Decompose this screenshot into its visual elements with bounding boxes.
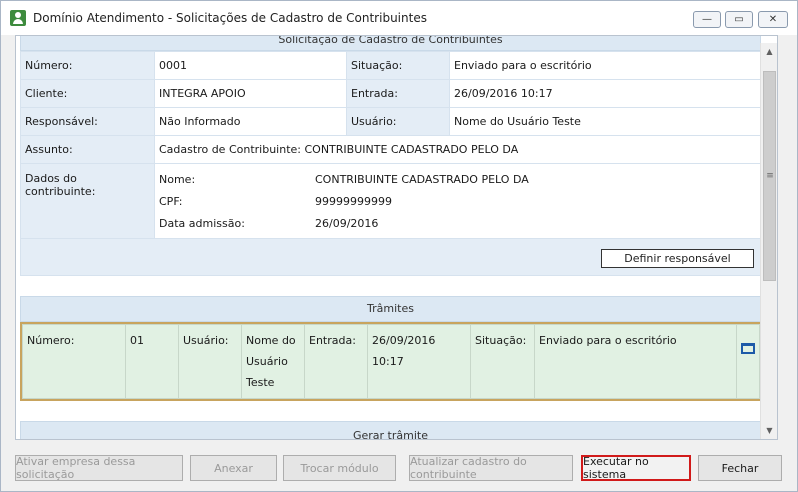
responsavel-value: Não Informado: [154, 107, 347, 136]
tramite-usuario-line: Nome do: [246, 334, 296, 347]
row-responsavel: Responsável: Não Informado Usuário: Nome…: [20, 107, 762, 136]
definir-responsavel-button[interactable]: Definir responsável: [601, 249, 754, 268]
row-numero: Número: 0001 Situação: Enviado para o es…: [20, 51, 762, 80]
title-bar: Domínio Atendimento - Solicitações de Ca…: [1, 1, 797, 35]
minimize-button[interactable]: —: [693, 11, 721, 28]
scroll-down-icon[interactable]: ▼: [761, 422, 778, 439]
main-window: Domínio Atendimento - Solicitações de Ca…: [0, 0, 798, 492]
assunto-value: Cadastro de Contribuinte: CONTRIBUINTE C…: [154, 135, 762, 164]
definir-row: Definir responsável: [20, 239, 761, 276]
footer-button-bar: Ativar empresa dessa solicitação Anexar …: [1, 441, 797, 491]
row-cliente: Cliente: INTEGRA APOIO Entrada: 26/09/20…: [20, 79, 762, 108]
row-dados: Dados do contribuinte: Nome: CONTRIBUINT…: [20, 163, 762, 239]
cpf-label: CPF:: [159, 194, 183, 208]
folder-icon[interactable]: [741, 343, 755, 354]
tramite-row[interactable]: Número: 01 Usuário: Nome do Usuário Test…: [20, 322, 761, 401]
numero-value: 0001: [154, 51, 347, 80]
entrada-value: 26/09/2016 10:17: [449, 79, 762, 108]
gerar-section-title: Gerar trâmite: [352, 429, 428, 440]
vertical-scrollbar[interactable]: ▲ ≡ ▼: [760, 43, 777, 439]
tramites-section-title: Trâmites: [367, 302, 414, 315]
trocar-modulo-button[interactable]: Trocar módulo: [283, 455, 396, 481]
window-title: Domínio Atendimento - Solicitações de Ca…: [33, 11, 427, 25]
app-icon: [10, 10, 26, 26]
tramite-usuario-label: Usuário:: [178, 324, 242, 399]
tramite-table: Número: 01 Usuário: Nome do Usuário Test…: [22, 324, 760, 399]
close-icon: ✕: [768, 14, 778, 25]
close-button[interactable]: ✕: [758, 11, 788, 28]
gerar-section-header: Gerar trâmite: [20, 421, 761, 440]
situacao-label: Situação:: [346, 51, 450, 80]
admissao-value: 26/09/2016: [315, 216, 379, 230]
tramite-folder-cell[interactable]: [736, 324, 760, 399]
tramite-usuario-line: Teste: [246, 376, 275, 389]
cpf-value: 99999999999: [315, 194, 392, 208]
anexar-button[interactable]: Anexar: [190, 455, 277, 481]
situacao-value: Enviado para o escritório: [449, 51, 762, 80]
request-section-title: Solicitação de Cadastro de Contribuintes: [278, 35, 503, 46]
dados-label: Dados do contribuinte:: [20, 163, 155, 239]
tramite-situacao-label: Situação:: [470, 324, 535, 399]
admissao-label: Data admissão:: [159, 216, 245, 230]
tramites-section-header: Trâmites: [20, 296, 761, 322]
assunto-label: Assunto:: [20, 135, 155, 164]
request-section-header: Solicitação de Cadastro de Contribuintes: [20, 35, 761, 51]
fechar-button[interactable]: Fechar: [698, 455, 782, 481]
scroll-thumb[interactable]: ≡: [763, 71, 776, 281]
tramite-usuario-line: Usuário: [246, 355, 288, 368]
cliente-label: Cliente:: [20, 79, 155, 108]
tramite-numero-value: 01: [125, 324, 179, 399]
entrada-label: Entrada:: [346, 79, 450, 108]
atualizar-cadastro-button[interactable]: Atualizar cadastro do contribuinte: [409, 455, 573, 481]
request-table: Número: 0001 Situação: Enviado para o es…: [20, 51, 762, 239]
numero-label: Número:: [20, 51, 155, 80]
nome-label: Nome:: [159, 172, 196, 186]
tramite-entrada-value: 26/09/2016 10:17: [367, 324, 471, 399]
minimize-icon: —: [702, 14, 712, 25]
request-details: Solicitação de Cadastro de Contribuintes…: [20, 35, 762, 440]
usuario-label: Usuário:: [346, 107, 450, 136]
tramite-entrada-label: Entrada:: [304, 324, 368, 399]
dados-values: Nome: CONTRIBUINTE CADASTRADO PELO DA CP…: [154, 163, 762, 239]
executar-no-sistema-button[interactable]: Executar no sistema: [581, 455, 691, 481]
tramite-numero-label: Número:: [22, 324, 126, 399]
ativar-empresa-button[interactable]: Ativar empresa dessa solicitação: [15, 455, 183, 481]
row-assunto: Assunto: Cadastro de Contribuinte: CONTR…: [20, 135, 762, 164]
dados-subtable: Nome: CONTRIBUINTE CADASTRADO PELO DA CP…: [155, 168, 611, 234]
maximize-icon: ▭: [734, 14, 744, 25]
content-panel: Solicitação de Cadastro de Contribuintes…: [15, 35, 778, 440]
responsavel-label: Responsável:: [20, 107, 155, 136]
scroll-up-icon[interactable]: ▲: [761, 43, 778, 60]
tramite-situacao-value: Enviado para o escritório: [534, 324, 737, 399]
nome-value: CONTRIBUINTE CADASTRADO PELO DA: [315, 172, 529, 186]
cliente-value: INTEGRA APOIO: [154, 79, 347, 108]
tramite-usuario-value: Nome do Usuário Teste: [241, 324, 305, 399]
usuario-value: Nome do Usuário Teste: [449, 107, 762, 136]
maximize-button[interactable]: ▭: [725, 11, 753, 28]
